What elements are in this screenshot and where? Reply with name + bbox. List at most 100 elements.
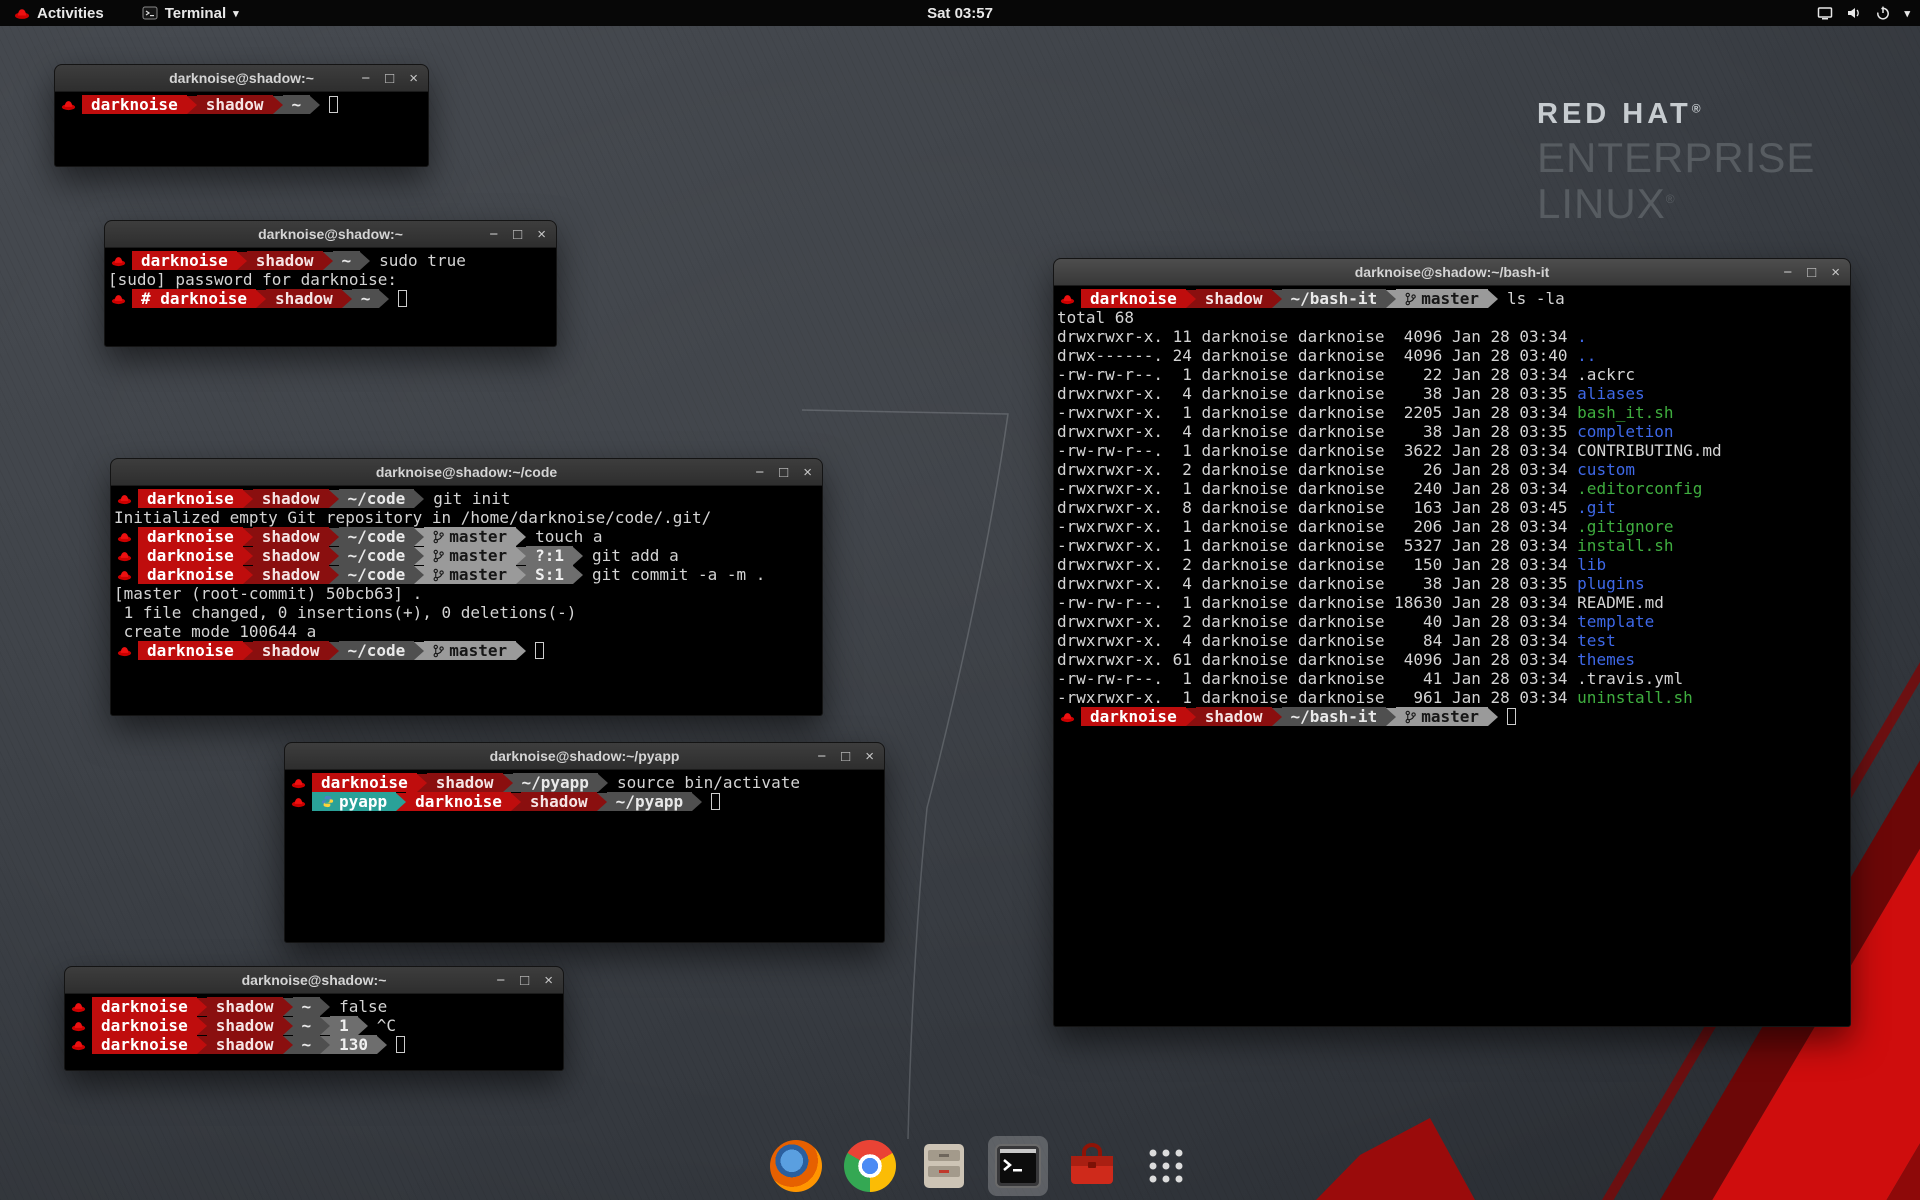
powerline-separator: [256, 290, 266, 308]
window-titlebar[interactable]: darknoise@shadow:~ − □ ×: [105, 221, 556, 248]
minimize-button[interactable]: −: [361, 70, 370, 87]
powerline-separator: [187, 96, 197, 114]
terminal-text: drwxrwxr-x. 2 darknoise darknoise 150 Ja…: [1057, 555, 1577, 574]
terminal-cursor: [1507, 708, 1516, 725]
prompt-segment-host: shadow: [207, 997, 283, 1016]
powerline-separator: [329, 642, 339, 660]
close-button[interactable]: ×: [803, 464, 812, 481]
maximize-button[interactable]: □: [385, 70, 394, 87]
top-bar: Activities Terminal ▾ Sat 03:57 ▾: [0, 0, 1920, 26]
minimize-button[interactable]: −: [489, 226, 498, 243]
powerline-separator: [358, 1017, 368, 1035]
powerline-separator: [1272, 290, 1282, 308]
redhat-icon: [291, 796, 306, 808]
window-titlebar[interactable]: darknoise@shadow:~ − □ ×: [65, 967, 563, 994]
prompt-segment-stat: S:1: [526, 565, 573, 584]
maximize-button[interactable]: □: [841, 748, 850, 765]
brand-line3: LINUX: [1537, 180, 1666, 227]
powerline-separator: [1186, 290, 1196, 308]
terminal-content[interactable]: darknoiseshadow~/pyappsource bin/activat…: [285, 770, 884, 811]
terminal-text: drwxrwxr-x. 2 darknoise darknoise 26 Jan…: [1057, 460, 1577, 479]
dock-app-grid-icon[interactable]: [1136, 1136, 1196, 1196]
dock-terminal-icon[interactable]: [988, 1136, 1048, 1196]
terminal-text: uninstall.sh: [1577, 688, 1693, 707]
terminal-cursor: [396, 1036, 405, 1053]
powerline-separator: [573, 566, 583, 584]
maximize-button[interactable]: □: [520, 972, 529, 989]
powerline-separator: [598, 774, 608, 792]
window-titlebar[interactable]: darknoise@shadow:~ − □ ×: [55, 65, 428, 92]
prompt-segment-user: darknoise: [312, 773, 417, 792]
python-icon: [321, 795, 334, 808]
terminal-window-sudo[interactable]: darknoise@shadow:~ − □ × darknoiseshadow…: [104, 220, 557, 347]
chevron-down-icon: ▾: [1904, 7, 1910, 20]
app-menu[interactable]: Terminal ▾: [136, 0, 245, 26]
redhat-icon: [111, 293, 126, 305]
prompt-segment-path: ~: [283, 95, 311, 114]
window-titlebar[interactable]: darknoise@shadow:~/pyapp − □ ×: [285, 743, 884, 770]
window-titlebar[interactable]: darknoise@shadow:~/code − □ ×: [111, 459, 822, 486]
terminal-content[interactable]: darknoiseshadow~/codegit initInitialized…: [111, 486, 822, 660]
activities-button[interactable]: Activities: [8, 0, 110, 26]
maximize-button[interactable]: □: [779, 464, 788, 481]
terminal-text: bash_it.sh: [1577, 403, 1673, 422]
clock[interactable]: Sat 03:57: [927, 5, 993, 22]
terminal-line: darknoiseshadow~/codemaster: [114, 641, 822, 660]
dock-firefox-icon[interactable]: [766, 1136, 826, 1196]
terminal-window-code[interactable]: darknoise@shadow:~/code − □ × darknoises…: [110, 458, 823, 716]
terminal-content[interactable]: darknoiseshadow~sudo true[sudo] password…: [105, 248, 556, 308]
redhat-icon: [117, 493, 132, 505]
minimize-button[interactable]: −: [1783, 264, 1792, 281]
terminal-cursor: [535, 642, 544, 659]
prompt-segment-user: # darknoise: [132, 289, 256, 308]
close-button[interactable]: ×: [865, 748, 874, 765]
powerline-separator: [573, 547, 583, 565]
dock-chrome-icon[interactable]: [840, 1136, 900, 1196]
terminal-line: # darknoiseshadow~: [108, 289, 556, 308]
terminal-content[interactable]: darknoiseshadow~/bash-itmasterls -latota…: [1054, 286, 1850, 726]
dock-toolbox-icon[interactable]: [1062, 1136, 1122, 1196]
terminal-line: -rwxrwxr-x. 1 darknoise darknoise 5327 J…: [1057, 536, 1850, 555]
dock: [766, 1136, 1196, 1196]
maximize-button[interactable]: □: [1807, 264, 1816, 281]
close-button[interactable]: ×: [544, 972, 553, 989]
prompt-segment-path: ~/code: [339, 641, 415, 660]
prompt-segment-path: ~: [293, 1016, 321, 1035]
terminal-window-home-2[interactable]: darknoise@shadow:~ − □ × darknoiseshadow…: [64, 966, 564, 1071]
terminal-line: darknoiseshadow~/bash-itmasterls -la: [1057, 289, 1850, 308]
minimize-button[interactable]: −: [755, 464, 764, 481]
terminal-window-home-1[interactable]: darknoise@shadow:~ − □ × darknoiseshadow…: [54, 64, 429, 167]
terminal-line: drwx------. 24 darknoise darknoise 4096 …: [1057, 346, 1850, 365]
powerline-separator: [692, 793, 702, 811]
terminal-line: [sudo] password for darknoise:: [108, 270, 556, 289]
powerline-separator: [414, 490, 424, 508]
redhat-icon: [117, 550, 132, 562]
terminal-window-bashit[interactable]: darknoise@shadow:~/bash-it − □ × darknoi…: [1053, 258, 1851, 1027]
close-button[interactable]: ×: [1831, 264, 1840, 281]
redhat-icon: [117, 531, 132, 543]
branch-icon: [1405, 710, 1416, 724]
close-button[interactable]: ×: [409, 70, 418, 87]
prompt-segment-user: darknoise: [1081, 289, 1186, 308]
minimize-button[interactable]: −: [496, 972, 505, 989]
prompt-segment-stat: ?:1: [526, 546, 573, 565]
window-titlebar[interactable]: darknoise@shadow:~/bash-it − □ ×: [1054, 259, 1850, 286]
powerline-separator: [243, 547, 253, 565]
terminal-window-pyapp[interactable]: darknoise@shadow:~/pyapp − □ × darknoise…: [284, 742, 885, 943]
prompt-segment-path: ~/code: [339, 546, 415, 565]
system-tray[interactable]: ▾: [1817, 5, 1910, 21]
powerline-separator: [516, 566, 526, 584]
powerline-separator: [597, 793, 607, 811]
terminal-content[interactable]: darknoiseshadow~falsedarknoiseshadow~1^C…: [65, 994, 563, 1054]
window-title: darknoise@shadow:~/pyapp: [490, 748, 680, 764]
close-button[interactable]: ×: [537, 226, 546, 243]
maximize-button[interactable]: □: [513, 226, 522, 243]
window-title: darknoise@shadow:~/code: [376, 464, 557, 480]
command-text: git add a: [592, 546, 679, 565]
minimize-button[interactable]: −: [817, 748, 826, 765]
dock-files-icon[interactable]: [914, 1136, 974, 1196]
terminal-content[interactable]: darknoiseshadow~: [55, 92, 428, 114]
powerline-separator: [329, 566, 339, 584]
powerline-separator: [414, 547, 424, 565]
brand-line1: RED HAT: [1537, 98, 1692, 130]
